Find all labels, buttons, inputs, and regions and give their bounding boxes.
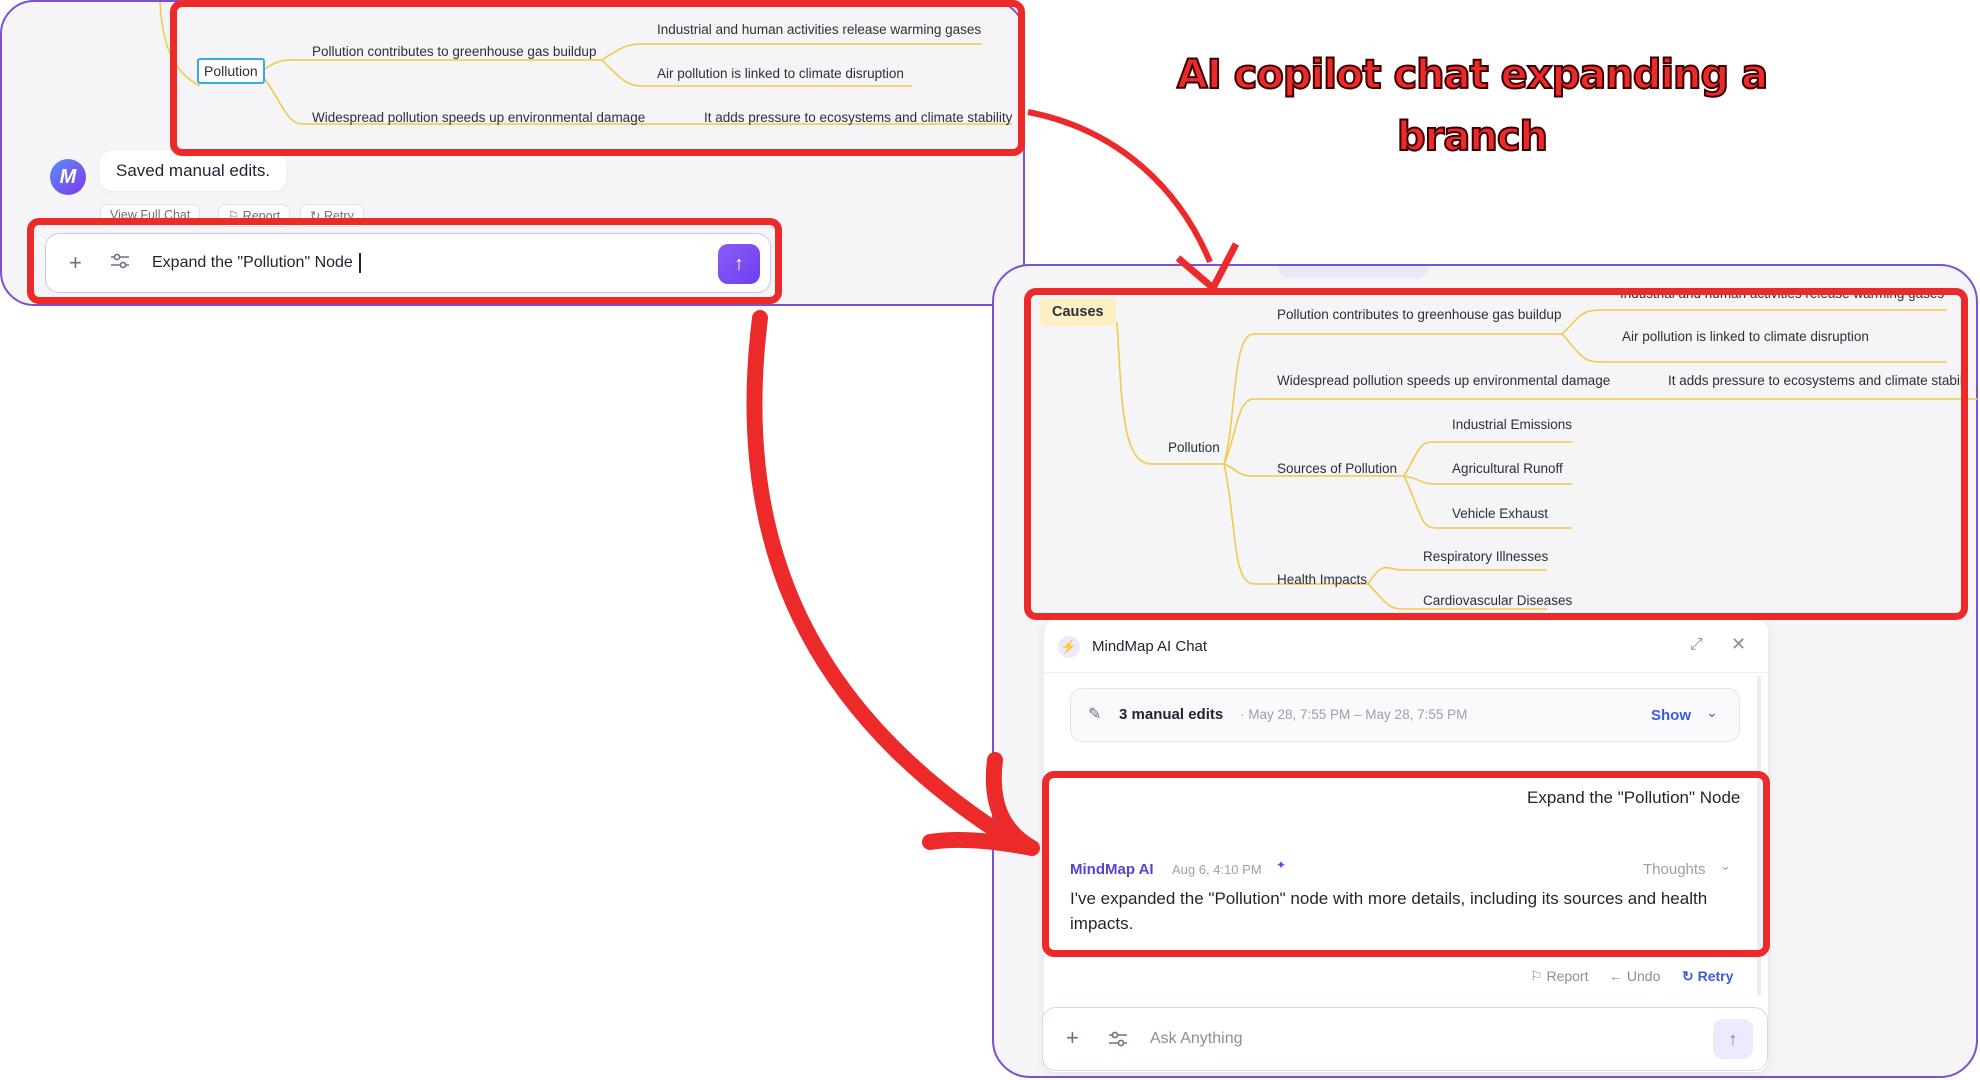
annotation-arrows xyxy=(746,109,1240,856)
